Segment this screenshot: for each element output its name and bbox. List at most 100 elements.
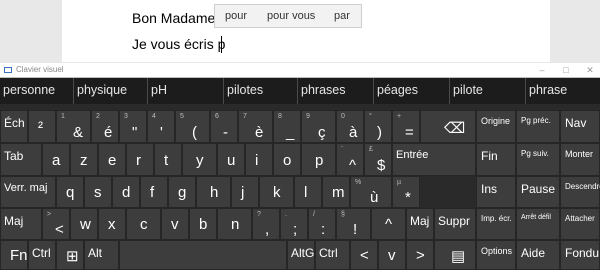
key-row3-12[interactable]: ù% (350, 176, 392, 208)
key-row5-7[interactable]: Ctrl (315, 240, 350, 270)
key-row1-13[interactable]: ) ° (364, 110, 392, 143)
pause-key[interactable]: Pause (516, 176, 560, 208)
key-row2-12[interactable]: ^ ¨ (336, 143, 364, 176)
key-row2-14[interactable]: Entrée (392, 143, 476, 176)
key-row2-3[interactable]: z (70, 143, 98, 176)
print-screen-key[interactable]: Imp. écr. (476, 208, 516, 240)
key-row2-1[interactable]: Tab (0, 143, 42, 176)
key-row5-11[interactable]: ▤ (434, 240, 476, 270)
prediction-item[interactable]: phrases (298, 78, 374, 104)
scroll-lock-key[interactable]: Arrêt défil (516, 208, 560, 240)
key-row2-9[interactable]: i (245, 143, 273, 176)
prediction-item[interactable]: pH (148, 78, 224, 104)
key-row4-6[interactable]: v (161, 208, 189, 240)
options-key[interactable]: Options (476, 240, 516, 270)
key-row2-5[interactable]: r (126, 143, 154, 176)
key-row5-9[interactable]: v (378, 240, 406, 270)
key-row3-8[interactable]: j (231, 176, 259, 208)
key-row2-10[interactable]: o (273, 143, 301, 176)
prediction-item[interactable]: péages (374, 78, 450, 104)
key-row4-12[interactable]: ! § (336, 208, 371, 240)
key-row2-13[interactable]: $ £ (364, 143, 392, 176)
key-row1-6[interactable]: ' 4 (147, 110, 175, 143)
key-row4-7[interactable]: b (189, 208, 217, 240)
key-row1-2[interactable]: ² (28, 110, 56, 143)
key-row3-10[interactable]: l (294, 176, 322, 208)
key-row5-5[interactable] (119, 240, 287, 270)
key-row3-2[interactable]: q (56, 176, 84, 208)
key-row4-9[interactable]: ,? (252, 208, 280, 240)
suggestion-3[interactable]: par (334, 10, 350, 22)
page-up-key[interactable]: Pg préc. (516, 110, 560, 143)
key-row2-7[interactable]: y (182, 143, 217, 176)
key-row4-1[interactable]: Maj (0, 208, 42, 240)
key-row4-11[interactable]: : / (308, 208, 336, 240)
key-row1-15[interactable]: ⌫ (420, 110, 476, 143)
page-down-key[interactable]: Pg suiv. (516, 143, 560, 176)
key-row4-2[interactable]: < > (42, 208, 70, 240)
close-icon[interactable]: ✕ (584, 64, 596, 76)
keyboard-titlebar[interactable]: Clavier visuel – □ ✕ (0, 63, 600, 78)
move-down-key[interactable]: Descendre (560, 176, 600, 208)
key-row4-15[interactable]: Suppr (434, 208, 476, 240)
key-row4-14[interactable]: Maj (406, 208, 434, 240)
key-row3-5[interactable]: f (140, 176, 168, 208)
key-row2-2[interactable]: a (42, 143, 70, 176)
key-row3-9-label: k (273, 184, 281, 201)
prediction-item[interactable]: pilotes (224, 78, 298, 104)
key-row5-6[interactable]: AltGr (287, 240, 318, 270)
maximize-icon[interactable]: □ (560, 64, 572, 76)
key-row2-6[interactable]: t (154, 143, 182, 176)
prediction-item[interactable]: physique (74, 78, 148, 104)
key-row1-3[interactable]: & 1 (56, 110, 91, 143)
key-row3-13[interactable]: * µ (392, 176, 420, 208)
key-row5-2[interactable]: Ctrl (28, 240, 56, 270)
key-row5-10[interactable]: > (406, 240, 434, 270)
key-row1-8[interactable]: -6 (210, 110, 238, 143)
key-row4-10[interactable]: ;. (280, 208, 308, 240)
key-row1-14[interactable]: = + (392, 110, 420, 143)
key-row2-4[interactable]: e (98, 143, 126, 176)
key-row1-1[interactable]: Éch (0, 110, 28, 143)
dock-key[interactable]: Attacher (560, 208, 600, 240)
key-row3-3[interactable]: s (84, 176, 112, 208)
nav-key[interactable]: Nav (560, 110, 600, 143)
key-row1-5[interactable]: " 3 (119, 110, 147, 143)
key-row3-4[interactable]: d (112, 176, 140, 208)
key-row3-1[interactable]: Verr. maj (0, 176, 56, 208)
key-row1-12[interactable]: à0 (336, 110, 364, 143)
suggestion-1[interactable]: pour (225, 10, 247, 22)
key-row4-3[interactable]: w (70, 208, 98, 240)
key-row3-9[interactable]: k (259, 176, 294, 208)
key-row3-6[interactable]: g (168, 176, 196, 208)
key-row3-11[interactable]: m (322, 176, 350, 208)
key-row1-7[interactable]: (5 (175, 110, 210, 143)
key-row5-4[interactable]: Alt (84, 240, 119, 270)
key-row5-1[interactable]: Fn (0, 240, 28, 270)
end-key[interactable]: Fin (476, 143, 516, 176)
key-row4-5[interactable]: c (126, 208, 161, 240)
prediction-item[interactable]: personne (0, 78, 74, 104)
suggestion-2[interactable]: pour vous (267, 10, 315, 22)
key-row3-7[interactable]: h (196, 176, 231, 208)
key-row5-3[interactable]: ⊞ (56, 240, 84, 270)
key-row4-4[interactable]: x (98, 208, 126, 240)
key-row1-10[interactable]: _ 8 (273, 110, 301, 143)
key-row4-8[interactable]: n (217, 208, 252, 240)
key-row4-13[interactable]: ^ (371, 208, 406, 240)
key-row2-11[interactable]: p (301, 143, 336, 176)
key-row1-4-secondary-label: 2 (96, 113, 100, 120)
fade-key[interactable]: Fondu (560, 240, 600, 270)
minimize-icon[interactable]: – (536, 64, 548, 76)
key-row2-8[interactable]: u (217, 143, 245, 176)
insert-key[interactable]: Ins (476, 176, 516, 208)
key-row1-11[interactable]: ç9 (301, 110, 336, 143)
move-up-key[interactable]: Monter (560, 143, 600, 176)
help-key[interactable]: Aide (516, 240, 560, 270)
key-row5-8[interactable]: < (350, 240, 378, 270)
key-row1-4[interactable]: é2 (91, 110, 119, 143)
home-key[interactable]: Origine (476, 110, 516, 143)
prediction-item[interactable]: phrase (526, 78, 600, 104)
prediction-item[interactable]: pilote (450, 78, 526, 104)
key-row1-9[interactable]: è7 (238, 110, 273, 143)
